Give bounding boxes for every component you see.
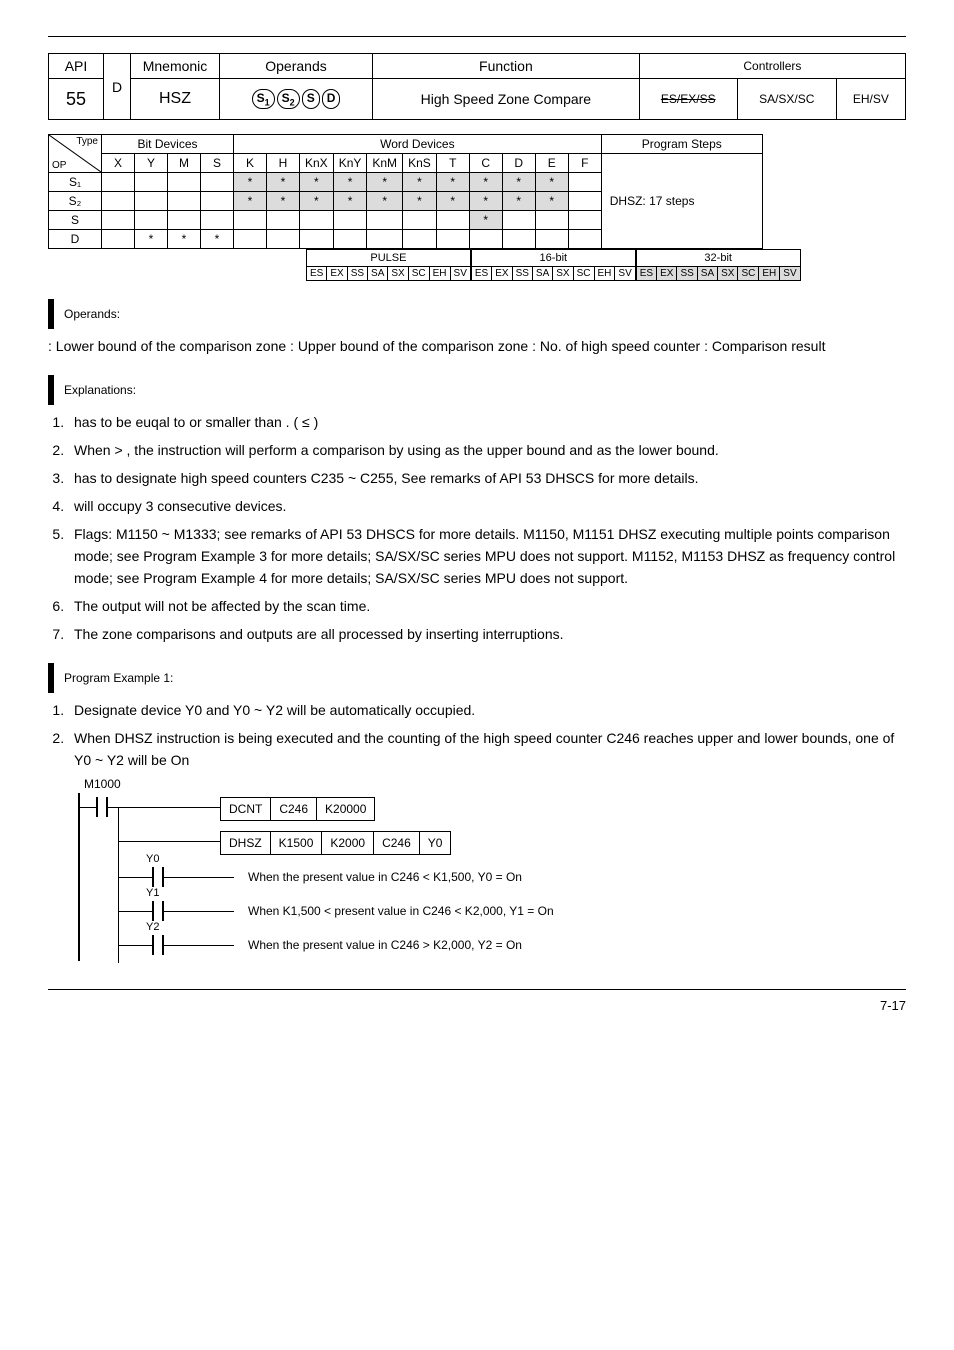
pill-s2: S2: [277, 89, 300, 109]
type-op-corner: Type OP: [49, 135, 102, 173]
note-y0: When the present value in C246 < K1,500,…: [248, 870, 522, 884]
function-label: Function: [373, 54, 640, 79]
operands-label: Operands: [220, 54, 373, 79]
function-text: High Speed Zone Compare: [373, 79, 640, 120]
pill-s: S: [302, 89, 320, 109]
section-bar-icon: [48, 663, 54, 693]
list-item: Designate device Y0 and Y0 ~ Y2 will be …: [68, 699, 906, 721]
mnemonic: HSZ: [131, 79, 220, 120]
section-bar-icon: [48, 299, 54, 329]
dcnt-box: DCNT C246 K20000: [220, 797, 375, 821]
section-operands: Operands:: [48, 299, 906, 329]
pulse-strip: PULSE ESEXSSSASXSCEHSV: [306, 249, 471, 281]
section-bar-icon: [48, 375, 54, 405]
api-number: 55: [49, 79, 104, 120]
section-title: Program Example 1:: [64, 671, 173, 686]
note-y2: When the present value in C246 > K2,000,…: [248, 938, 522, 952]
16bit-strip: 16-bit ESEXSSSASXSCEHSV: [471, 249, 636, 281]
list-item: The output will not be affected by the s…: [68, 595, 906, 617]
list-item: has to be euqal to or smaller than . ( ≤…: [68, 411, 906, 433]
section-title: Explanations:: [64, 383, 136, 398]
operands: S1S2SD: [220, 79, 373, 120]
program-steps-label: Program Steps: [601, 135, 762, 154]
section-program-example: Program Example 1:: [48, 663, 906, 693]
ctrl-sa: SA/SX/SC: [737, 79, 836, 120]
note-y1: When K1,500 < present value in C246 < K2…: [248, 904, 554, 918]
dhsz-box: DHSZ K1500 K2000 C246 Y0: [220, 831, 451, 855]
program-example-list: Designate device Y0 and Y0 ~ Y2 will be …: [68, 699, 906, 771]
ladder-diagram: M1000 DCNT C246 K20000: [78, 777, 906, 961]
page-number: 7-17: [48, 998, 906, 1013]
instruction-header: API D Mnemonic Operands Function Control…: [48, 53, 906, 120]
32bit-strip: 32-bit ESEXSSSASXSCEHSV: [636, 249, 801, 281]
list-item: Flags: M1150 ~ M1333; see remarks of API…: [68, 523, 906, 589]
controllers-label: Controllers: [639, 54, 905, 79]
m1000-label: M1000: [84, 777, 906, 791]
list-item: When DHSZ instruction is being executed …: [68, 727, 906, 771]
word-devices-label: Word Devices: [234, 135, 602, 154]
list-item: When > , the instruction will perform a …: [68, 439, 906, 461]
list-item: has to designate high speed counters C23…: [68, 467, 906, 489]
explanations-list: has to be euqal to or smaller than . ( ≤…: [68, 411, 906, 645]
ctrl-es: ES/EX/SS: [639, 79, 737, 120]
section-explanations: Explanations:: [48, 375, 906, 405]
d-label: D: [104, 54, 131, 120]
ctrl-eh: EH/SV: [836, 79, 905, 120]
mnemonic-label: Mnemonic: [131, 54, 220, 79]
steps-text: DHSZ: 17 steps: [601, 154, 762, 249]
pill-d: D: [322, 89, 341, 109]
list-item: will occupy 3 consecutive devices.: [68, 495, 906, 517]
section-title: Operands:: [64, 307, 120, 322]
bit-devices-label: Bit Devices: [102, 135, 234, 154]
list-item: The zone comparisons and outputs are all…: [68, 623, 906, 645]
pill-s1: S1: [252, 89, 275, 109]
api-label: API: [49, 54, 104, 79]
operands-desc: : Lower bound of the comparison zone : U…: [48, 335, 906, 357]
operand-grid: Type OP Bit Devices Word Devices Program…: [48, 134, 763, 249]
